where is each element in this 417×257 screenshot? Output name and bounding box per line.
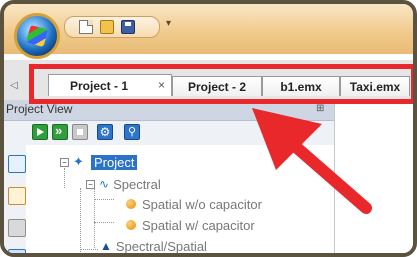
app-window: ▾ ◁ Project - 1 × Project - 2 b1.emx Tax…	[0, 0, 417, 257]
app-orb-icon[interactable]	[14, 13, 60, 59]
highlight-box	[29, 64, 413, 104]
callout-arrow-icon	[252, 108, 372, 214]
